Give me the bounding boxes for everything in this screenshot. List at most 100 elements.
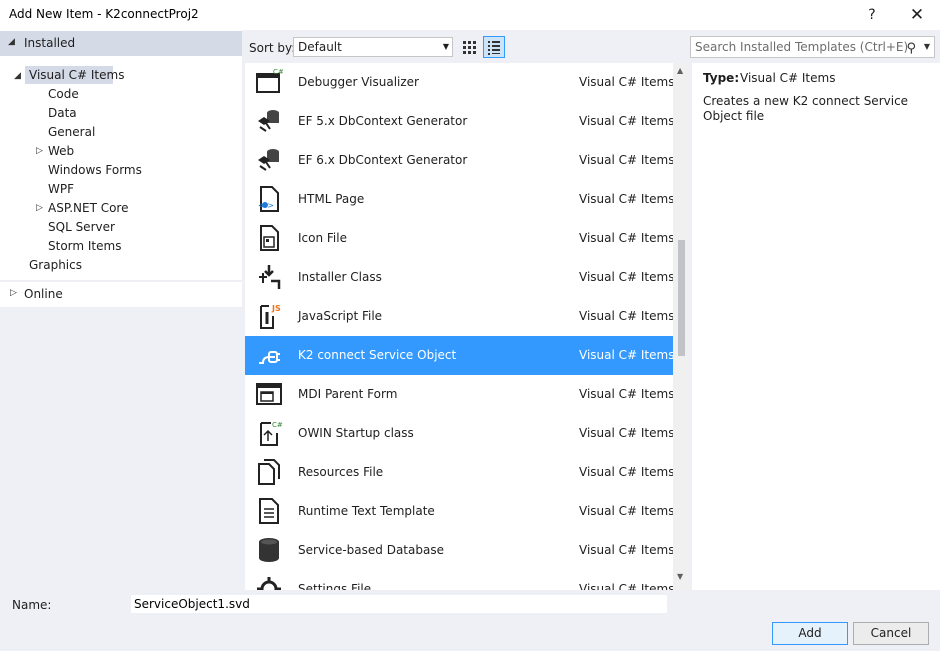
item-name: Service-based Database <box>298 543 444 557</box>
installer-class-icon <box>259 265 281 289</box>
list-item[interactable]: C# Debugger Visualizer Visual C# Items <box>245 63 675 102</box>
svg-text:C#: C# <box>273 68 283 76</box>
tree-item-code[interactable]: Code <box>48 87 79 101</box>
scroll-up-arrow-icon[interactable]: ▲ <box>677 66 683 75</box>
tree-item-general[interactable]: General <box>48 125 95 139</box>
tree-online-label: Online <box>24 287 63 301</box>
item-type: Visual C# Items <box>579 309 675 323</box>
tree-item-sql-server[interactable]: SQL Server <box>48 220 115 234</box>
close-button[interactable]: ✕ <box>902 4 932 26</box>
collapsed-triangle-icon[interactable]: ▷ <box>36 146 43 156</box>
expanded-triangle-icon[interactable]: ◢ <box>14 71 21 81</box>
item-name: MDI Parent Form <box>298 387 398 401</box>
item-description: Creates a new K2 connect Service Object … <box>703 94 909 123</box>
tree-item-storm-items[interactable]: Storm Items <box>48 239 121 253</box>
item-type: Visual C# Items <box>579 114 675 128</box>
list-item[interactable]: Settings File Visual C# Items <box>245 570 675 590</box>
tree-item-windows-forms[interactable]: Windows Forms <box>48 163 142 177</box>
item-name: EF 5.x DbContext Generator <box>298 114 468 128</box>
item-name: JavaScript File <box>298 309 383 323</box>
help-button[interactable]: ? <box>857 4 887 26</box>
tree-section-online[interactable]: ▷ Online <box>0 282 242 307</box>
name-input[interactable] <box>131 595 667 613</box>
collapsed-triangle-icon[interactable]: ▷ <box>36 203 43 213</box>
list-item[interactable]: Resources File Visual C# Items <box>245 453 675 492</box>
tree-item-web[interactable]: Web <box>48 144 74 158</box>
search-input[interactable]: Search Installed Templates (Ctrl+E) ⚲ ▼ <box>690 36 935 58</box>
tree-item-visual-csharp[interactable]: Visual C# Items <box>29 68 124 82</box>
settings-file-icon <box>257 577 281 590</box>
resources-file-icon <box>258 459 280 485</box>
dropdown-arrow-icon: ▼ <box>442 42 449 51</box>
list-view-button[interactable] <box>483 36 505 58</box>
vertical-scrollbar[interactable]: ▲ ▼ <box>673 63 690 590</box>
item-name: EF 6.x DbContext Generator <box>298 153 468 167</box>
item-type: Visual C# Items <box>579 543 675 557</box>
expanded-triangle-icon[interactable]: ◢ <box>8 37 15 47</box>
list-view-icon <box>488 41 500 55</box>
icon-file-icon <box>260 225 279 251</box>
svg-text:< >: < > <box>258 201 274 210</box>
category-tree: ◢ Installed ◢ Visual C# Items Code Data … <box>0 30 242 590</box>
type-value: Visual C# Items <box>740 71 836 85</box>
tree-item-data[interactable]: Data <box>48 106 77 120</box>
item-name: Settings File <box>298 582 372 590</box>
ef-generator-icon <box>258 149 279 171</box>
tree-item-wpf[interactable]: WPF <box>48 182 74 196</box>
sort-by-label: Sort by: <box>249 41 296 55</box>
grid-view-button[interactable] <box>458 36 480 58</box>
item-name: HTML Page <box>298 192 365 206</box>
k2-service-object-icon <box>259 351 280 364</box>
item-type: Visual C# Items <box>579 75 675 89</box>
tree-lower-area <box>0 280 242 590</box>
search-placeholder: Search Installed Templates (Ctrl+E) <box>695 40 909 54</box>
javascript-file-icon: JS <box>260 304 281 329</box>
owin-startup-icon: C# <box>260 421 283 446</box>
list-item-selected[interactable]: K2 connect Service Object Visual C# Item… <box>245 336 674 375</box>
window-title: Add New Item - K2connectProj2 <box>9 7 199 21</box>
database-icon <box>259 538 279 562</box>
list-item[interactable]: Installer Class Visual C# Items <box>245 258 674 297</box>
item-type: Visual C# Items <box>579 426 675 440</box>
search-options-arrow-icon[interactable]: ▼ <box>924 37 930 57</box>
sort-dropdown[interactable]: Default ▼ <box>293 37 453 57</box>
svg-text:JS: JS <box>271 304 281 313</box>
item-type: Visual C# Items <box>579 153 675 167</box>
item-type: Visual C# Items <box>579 465 675 479</box>
add-button[interactable]: Add <box>772 622 848 645</box>
list-item[interactable]: EF 6.x DbContext Generator Visual C# Ite… <box>245 141 675 180</box>
tree-section-installed[interactable]: ◢ Installed <box>0 31 242 56</box>
sort-dropdown-value: Default <box>298 40 342 54</box>
collapsed-triangle-icon[interactable]: ▷ <box>10 288 17 298</box>
list-item[interactable]: C# OWIN Startup class Visual C# Items <box>245 414 675 453</box>
item-type: Visual C# Items <box>579 231 675 245</box>
name-label: Name: <box>12 598 52 612</box>
item-type: Visual C# Items <box>579 387 675 401</box>
scroll-thumb[interactable] <box>678 240 685 356</box>
svg-text:C#: C# <box>272 421 283 429</box>
type-label: Type: <box>703 71 740 85</box>
tree-item-graphics[interactable]: Graphics <box>29 258 82 272</box>
template-list: C# Debugger Visualizer Visual C# Items E… <box>245 63 690 590</box>
item-name: Icon File <box>298 231 347 245</box>
cancel-button[interactable]: Cancel <box>853 622 929 645</box>
list-item[interactable]: EF 5.x DbContext Generator Visual C# Ite… <box>245 102 675 141</box>
list-item[interactable]: Icon File Visual C# Items <box>245 219 675 258</box>
item-type: Visual C# Items <box>579 504 675 518</box>
item-name: Runtime Text Template <box>298 504 435 518</box>
tree-item-aspnet-core[interactable]: ASP.NET Core <box>48 201 128 215</box>
list-item[interactable]: < > HTML Page Visual C# Items <box>245 180 674 219</box>
list-item[interactable]: MDI Parent Form Visual C# Items <box>245 375 675 414</box>
html-page-icon: < > <box>258 186 279 212</box>
item-name: Debugger Visualizer <box>298 75 419 89</box>
item-name: Resources File <box>298 465 384 479</box>
list-item[interactable]: Runtime Text Template Visual C# Items <box>245 492 675 531</box>
search-icon[interactable]: ⚲ <box>906 39 916 59</box>
scroll-down-arrow-icon[interactable]: ▼ <box>677 572 683 581</box>
item-type: Visual C# Items <box>579 582 675 590</box>
text-template-icon <box>259 498 279 524</box>
list-item[interactable]: Service-based Database Visual C# Items <box>245 531 675 570</box>
list-item[interactable]: JS JavaScript File Visual C# Items <box>245 297 675 336</box>
title-bar: Add New Item - K2connectProj2 ? ✕ <box>0 0 940 30</box>
details-panel: Type: Visual C# Items Creates a new K2 c… <box>692 63 940 590</box>
